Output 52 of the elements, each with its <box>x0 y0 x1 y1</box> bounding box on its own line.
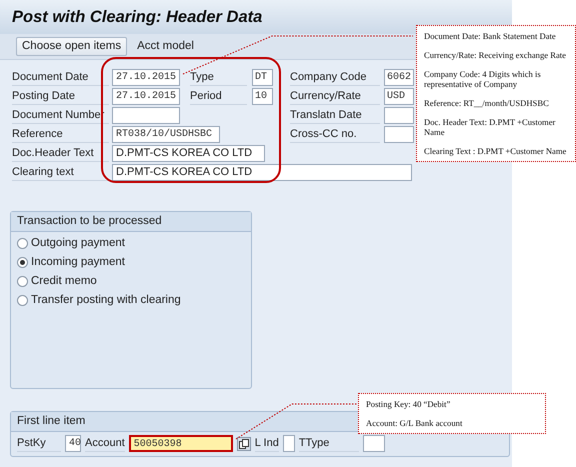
input-field[interactable] <box>362 435 385 452</box>
toolbar-button[interactable]: Choose open items <box>16 37 128 56</box>
radio-label[interactable]: Transfer posting with clearing <box>31 292 181 310</box>
radio-label[interactable]: Credit memo <box>31 273 97 290</box>
input-field[interactable]: 10 <box>252 88 273 104</box>
toolbar-link[interactable]: Acct model <box>137 38 194 56</box>
field-label: Cross-CC no. <box>290 126 380 142</box>
callout-text: Account: G/L Bank account <box>366 418 464 428</box>
callout-text: Doc. Header Text: D.PMT +Customer Name <box>424 117 556 137</box>
callout-text: Currency/Rate: Receiving exchange Rate <box>424 50 567 60</box>
radio-button[interactable] <box>17 257 28 268</box>
field-label: Currency/Rate <box>290 88 380 104</box>
input-field[interactable] <box>282 435 295 452</box>
input-field[interactable]: 27.10.2015 <box>112 68 180 86</box>
input-field[interactable] <box>112 106 180 124</box>
input-field[interactable] <box>384 106 414 124</box>
callout-text: Posting Key: 40 “Debit” <box>366 399 452 409</box>
field-label: Company Code <box>290 68 380 86</box>
field-label: Document Date <box>12 68 109 86</box>
field-label: L Ind <box>254 435 279 452</box>
field-label: Doc.Header Text <box>12 144 109 162</box>
input-field[interactable]: 40 <box>65 435 81 452</box>
screen-title: Post with Clearing: Header Data <box>12 8 262 26</box>
input-field[interactable]: 27.10.2015 <box>112 88 180 104</box>
input-field[interactable] <box>384 126 414 142</box>
field-label: Period <box>190 88 247 104</box>
field-label: Posting Date <box>12 88 109 104</box>
input-field[interactable]: 50050398 <box>128 435 233 452</box>
radio-button[interactable] <box>17 276 28 288</box>
field-label: Account <box>85 435 125 452</box>
radio-button[interactable] <box>17 295 28 306</box>
field-label: Type <box>190 68 247 86</box>
callout-text: Company Code: 4 Digits which is representative of Company <box>424 69 542 89</box>
input-field[interactable]: DT <box>252 68 273 86</box>
copy-icon[interactable] <box>236 436 251 451</box>
field-label: Clearing text <box>12 164 109 180</box>
callout-text: Document Date: Bank Statement Date <box>424 31 557 41</box>
radio-label[interactable]: Outgoing payment <box>31 235 125 252</box>
input-field[interactable]: D.PMT-CS KOREA CO LTD <box>112 164 412 180</box>
callout-text: Reference: RT__/month/USDHSBC <box>424 98 550 108</box>
radio-button[interactable] <box>17 238 28 250</box>
input-field[interactable]: RT038/10/USDHSBC <box>112 126 220 142</box>
field-label: PstKy <box>17 435 61 452</box>
input-field[interactable]: 6062 <box>384 68 414 86</box>
group-title: Transaction to be processed <box>11 212 251 232</box>
input-field[interactable]: D.PMT-CS KOREA CO LTD <box>112 144 265 162</box>
callout-text: Clearing Text : D.PMT +Customer Name <box>424 146 568 156</box>
radio-label[interactable]: Incoming payment <box>31 254 125 272</box>
field-label: TType <box>298 435 359 452</box>
field-label: Translatn Date <box>290 106 380 124</box>
input-field[interactable]: USD <box>384 88 414 104</box>
field-label: Reference <box>12 126 109 142</box>
